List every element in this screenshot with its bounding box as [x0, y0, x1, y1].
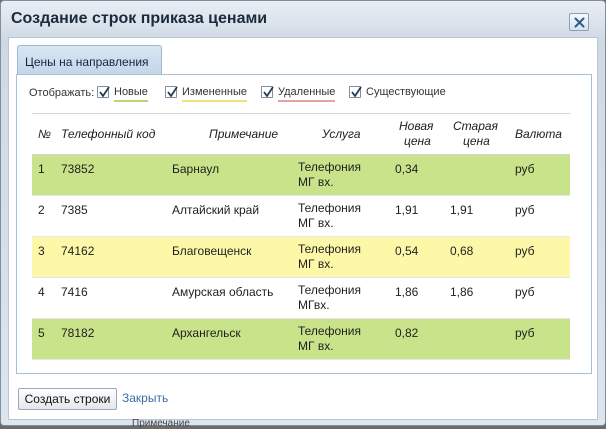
cell-code: 78182 [61, 326, 95, 340]
cell-note: Амурская область [172, 285, 274, 299]
col-new-price-2: цена [404, 134, 431, 148]
changed-checkbox[interactable] [165, 86, 178, 98]
filter-new-label: Новые [114, 86, 148, 102]
cell-new-price: 0,54 [395, 244, 419, 258]
cell-code: 7385 [61, 203, 88, 217]
cell-num: 3 [38, 244, 45, 258]
col-note: Примечание [209, 127, 279, 141]
dialog-body: Цены на направления Отображать: Новые Из… [8, 37, 598, 420]
tab-panel: Цены на направления Отображать: Новые Из… [16, 44, 592, 374]
cell-code: 73852 [61, 162, 95, 176]
cell-service: Телефония МГ вх. [298, 201, 361, 230]
tab-route-prices[interactable]: Цены на направления [17, 45, 162, 75]
filter-deleted-label: Удаленные [278, 86, 336, 102]
cell-new-price: 0,34 [395, 162, 419, 176]
col-new-price-1: Новая [399, 119, 434, 133]
cell-currency: руб [515, 326, 535, 340]
cell-currency: руб [515, 162, 535, 176]
cell-currency: руб [515, 203, 535, 217]
col-currency: Валюта [515, 127, 562, 141]
cell-new-price: 0,82 [395, 326, 419, 340]
dialog-title: Создание строк приказа ценами [11, 10, 268, 27]
checkmark-icon [167, 86, 178, 98]
filter-label: Отображать: [29, 87, 95, 99]
cell-service: Телефония МГ вх. [298, 242, 361, 271]
cell-note: Архангельск [172, 326, 241, 340]
price-table: № Телефонный код Примечание Услуга Новая… [32, 113, 570, 369]
cell-service: Телефония МГвх. [298, 283, 361, 312]
cell-num: 4 [38, 285, 45, 299]
checkmark-icon [351, 86, 362, 98]
dialog-titlebar: Создание строк приказа ценами [1, 1, 605, 41]
checkmark-icon [263, 86, 274, 98]
cell-note: Алтайский край [172, 203, 260, 217]
col-old-price-2: цена [463, 134, 490, 148]
new-checkbox[interactable] [97, 86, 110, 98]
close-icon [574, 17, 585, 28]
cell-num: 5 [38, 326, 45, 340]
table-row[interactable]: 5 78182 Архангельск Телефония МГ вх. 0,8… [32, 319, 570, 360]
cell-service: Телефония МГ вх. [298, 160, 361, 189]
col-num: № [38, 127, 51, 141]
cell-code: 74162 [61, 244, 95, 258]
col-service: Услуга [322, 127, 361, 141]
table-row[interactable]: 4 7416 Амурская область Телефония МГвх. … [32, 278, 570, 319]
deleted-checkbox[interactable] [261, 86, 274, 98]
create-price-order-dialog: Создание строк приказа ценами Цены на на… [0, 0, 606, 426]
cell-num: 1 [38, 162, 45, 176]
col-code: Телефонный код [61, 127, 156, 141]
cell-old-price: 1,86 [450, 285, 474, 299]
tab-content: Отображать: Новые Измененные Удаленные С… [16, 74, 592, 374]
cell-note: Благовещенск [172, 244, 252, 258]
create-rows-button[interactable]: Создать строки [18, 388, 117, 410]
close-link[interactable]: Закрыть [122, 391, 168, 405]
cell-currency: руб [515, 285, 535, 299]
background-text: Примечание [132, 418, 190, 429]
col-old-price-1: Старая [453, 119, 498, 133]
filter-existing-label: Существующие [366, 86, 446, 98]
cell-new-price: 1,91 [395, 203, 419, 217]
table-row[interactable]: 1 73852 Барнаул Телефония МГ вх. 0,34 ру… [32, 155, 570, 196]
table-row[interactable]: 2 7385 Алтайский край Телефония МГ вх. 1… [32, 196, 570, 237]
cell-note: Барнаул [172, 162, 220, 176]
cell-old-price: 0,68 [450, 244, 474, 258]
cell-old-price: 1,91 [450, 203, 474, 217]
cell-new-price: 1,86 [395, 285, 419, 299]
checkmark-icon [99, 86, 110, 98]
close-button[interactable] [569, 13, 589, 31]
cell-service: Телефония МГ вх. [298, 324, 361, 353]
cell-num: 2 [38, 203, 45, 217]
cell-currency: руб [515, 244, 535, 258]
filter-changed-label: Измененные [182, 86, 247, 102]
table-row[interactable]: 3 74162 Благовещенск Телефония МГ вх. 0,… [32, 237, 570, 278]
cell-code: 7416 [61, 285, 88, 299]
existing-checkbox[interactable] [349, 86, 362, 98]
table-header: № Телефонный код Примечание Услуга Новая… [32, 113, 570, 155]
